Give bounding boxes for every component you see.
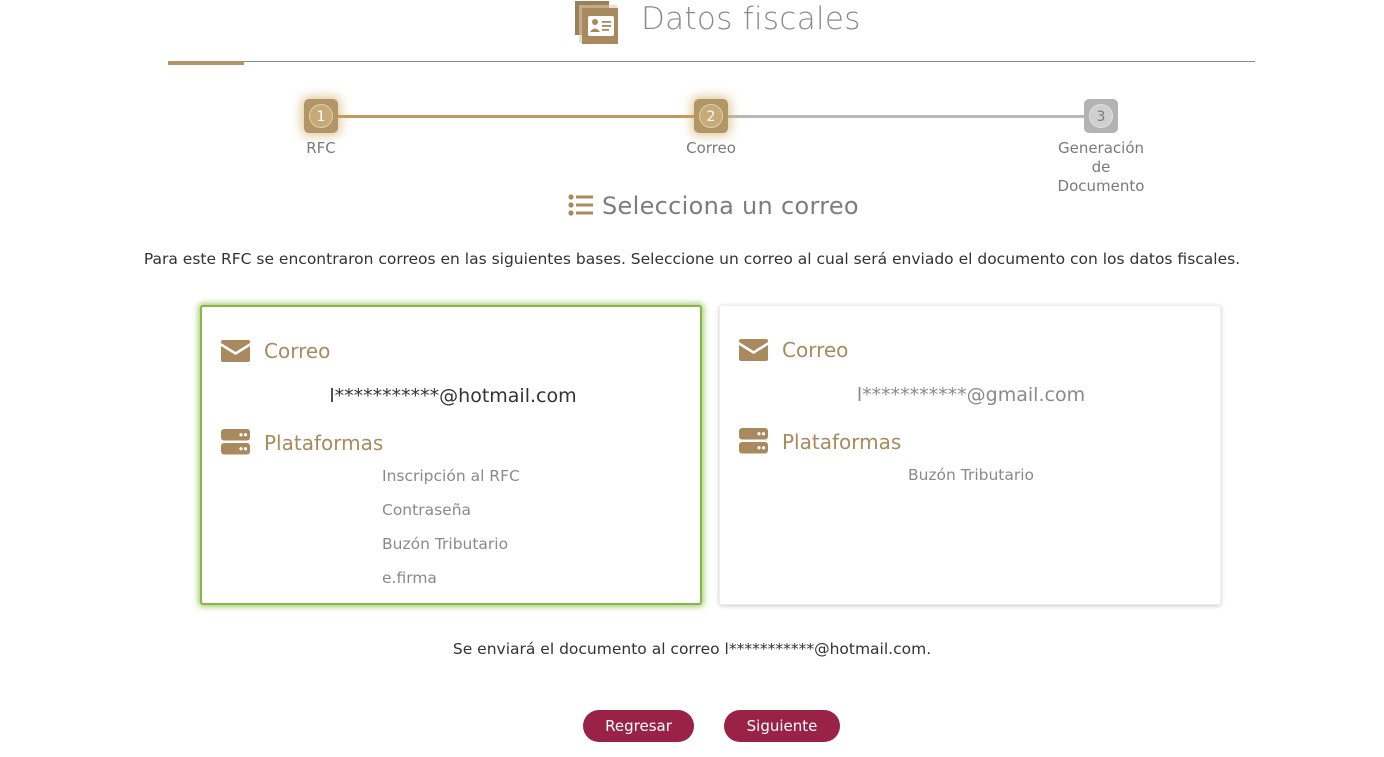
step-3-label-line: Generación	[1057, 139, 1145, 157]
section-title: Selecciona un correo	[602, 192, 859, 220]
intro-text: Para este RFC se encontraron correos en …	[143, 250, 1241, 268]
email-address: l***********@hotmail.com	[329, 385, 577, 407]
back-button[interactable]: Regresar	[583, 710, 694, 742]
email-heading: Correo	[264, 339, 331, 363]
step-3-label: Generación de Documento	[1041, 139, 1161, 196]
step-1-label: RFC	[306, 139, 336, 157]
step-3-number: 3	[1089, 104, 1113, 128]
platforms-heading: Plataformas	[782, 430, 902, 454]
summary-text: Se enviará el documento al correo l*****…	[452, 640, 932, 658]
list-icon	[568, 194, 593, 216]
server-icon	[221, 429, 250, 459]
step-2-number: 2	[699, 104, 723, 128]
step-1-number: 1	[309, 104, 333, 128]
email-card-hotmail[interactable]: Correo l***********@hotmail.com Platafor…	[200, 305, 702, 605]
platforms-heading: Plataformas	[264, 431, 384, 455]
page-title: Datos fiscales	[641, 1, 861, 37]
step-3-label-line: Documento	[1057, 177, 1145, 195]
envelope-icon	[221, 340, 250, 366]
platform-item: Buzón Tributario	[907, 466, 1035, 484]
header-divider	[168, 61, 1255, 62]
step-3-badge: 3	[1084, 99, 1118, 133]
server-icon	[739, 428, 768, 458]
step-2-badge: 2	[694, 99, 728, 133]
next-button[interactable]: Siguiente	[724, 710, 840, 742]
email-heading: Correo	[782, 338, 849, 362]
header-accent-bar	[168, 61, 244, 65]
envelope-icon	[739, 339, 768, 365]
platform-item: e.firma	[382, 569, 437, 587]
id-card-icon	[574, 0, 620, 46]
step-3-label-line: de	[1091, 158, 1111, 176]
platform-item: Contraseña	[382, 501, 472, 519]
step-2-label: Correo	[686, 139, 736, 157]
email-address: l***********@gmail.com	[856, 384, 1086, 406]
stepper-line-pending	[728, 115, 1084, 118]
platform-item: Buzón Tributario	[382, 535, 509, 553]
stepper-line-completed	[338, 115, 695, 118]
step-1-badge: 1	[304, 99, 338, 133]
email-card-gmail[interactable]: Correo l***********@gmail.com Plataforma…	[719, 305, 1221, 605]
platform-item: Inscripción al RFC	[382, 467, 520, 485]
